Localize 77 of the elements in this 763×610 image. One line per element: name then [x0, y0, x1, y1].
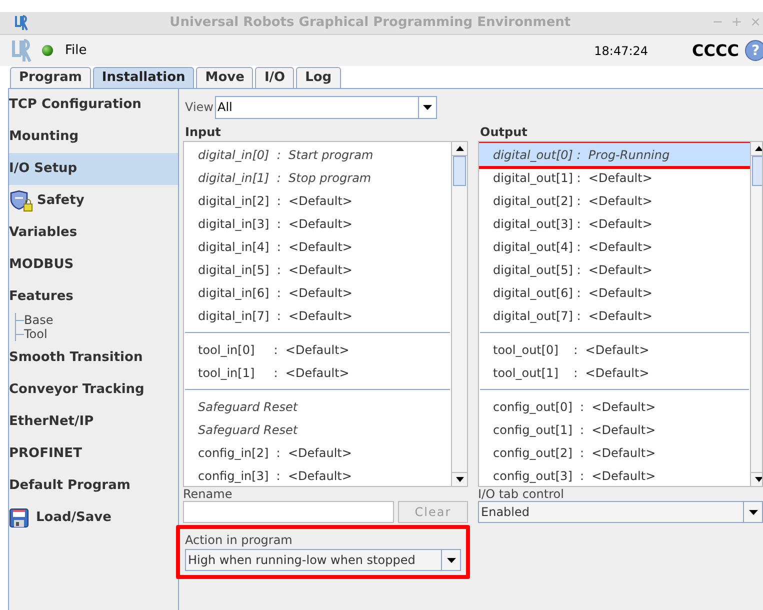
sidebar-item[interactable]: I/O Setup: [9, 153, 178, 185]
io-list-item[interactable]: digital_in[5] : <Default>: [184, 258, 451, 281]
io-list-item[interactable]: digital_out[7] : <Default>: [479, 304, 750, 327]
io-list-item[interactable]: digital_out[3] : <Default>: [479, 212, 750, 235]
io-list-item[interactable]: config_out[3] : <Default>: [479, 464, 750, 486]
scroll-up-icon[interactable]: [754, 146, 762, 151]
clock-time: 18:47:24: [594, 42, 648, 60]
sidebar-item[interactable]: Load/Save: [9, 502, 178, 534]
view-dropdown[interactable]: All: [215, 96, 438, 118]
sidebar-item-label: Safety: [37, 192, 84, 210]
io-list-item[interactable]: Safeguard Reset: [184, 395, 451, 418]
action-label: Action in program: [185, 532, 294, 549]
status-led-icon: [42, 45, 53, 56]
io-list-item[interactable]: config_out[2] : <Default>: [479, 441, 750, 464]
tab[interactable]: Installation: [92, 67, 194, 88]
io-tab-control-dropdown[interactable]: Enabled: [478, 501, 763, 523]
rename-label: Rename: [183, 487, 234, 501]
io-tab-control-label: I/O tab control: [478, 487, 565, 501]
tab[interactable]: Program: [10, 67, 91, 88]
io-list-item[interactable]: digital_in[3] : <Default>: [184, 212, 451, 235]
io-list-item[interactable]: digital_out[1] : <Default>: [479, 166, 750, 189]
list-heading: Input: [184, 124, 222, 141]
rename-field[interactable]: [183, 501, 394, 523]
sidebar-item[interactable]: Default Program: [9, 470, 178, 502]
io-list-item[interactable]: digital_out[0] : Prog-Running: [479, 143, 750, 166]
scroll-down-icon[interactable]: [754, 477, 762, 482]
scrollbar-thumb[interactable]: [752, 156, 762, 186]
sidebar-item[interactable]: Conveyor Tracking: [9, 374, 178, 406]
window-title: Universal Robots Graphical Programming Environment: [168, 14, 572, 32]
scroll-up-icon[interactable]: [456, 146, 464, 151]
sidebar-item[interactable]: Safety: [9, 185, 178, 217]
io-list-item[interactable]: tool_in[1] : <Default>: [184, 361, 451, 384]
io-list-item[interactable]: digital_in[7] : <Default>: [184, 304, 451, 327]
io-list-item[interactable]: digital_in[1] : Stop program: [184, 166, 451, 189]
file-menu[interactable]: File: [65, 40, 87, 60]
logo-icon: [14, 15, 28, 31]
shield-lock-icon: [9, 190, 33, 212]
io-list-item[interactable]: config_out[0] : <Default>: [479, 395, 750, 418]
tab[interactable]: Move: [196, 67, 254, 88]
io-list-item[interactable]: digital_in[6] : <Default>: [184, 281, 451, 304]
sidebar-item[interactable]: MODBUS: [9, 249, 178, 281]
sidebar-item[interactable]: Smooth Transition: [9, 342, 178, 374]
robot-name: CCCC: [692, 40, 739, 62]
list-heading: Output: [479, 124, 528, 141]
io-list-item[interactable]: config_in[3] : <Default>: [184, 464, 451, 486]
io-list-item[interactable]: digital_in[2] : <Default>: [184, 189, 451, 212]
view-label: View: [185, 99, 214, 116]
io-list-item[interactable]: Safeguard Reset: [184, 418, 451, 441]
io-list-item[interactable]: digital_out[6] : <Default>: [479, 281, 750, 304]
io-list-item[interactable]: digital_out[5] : <Default>: [479, 258, 750, 281]
io-list-item[interactable]: tool_in[0] : <Default>: [184, 338, 451, 361]
sidebar-item[interactable]: PROFINET: [9, 438, 178, 470]
tab[interactable]: I/O: [255, 67, 294, 88]
tab[interactable]: Log: [296, 67, 341, 88]
scrollbar-thumb[interactable]: [453, 156, 466, 186]
caret-icon: [423, 104, 432, 110]
io-list-item[interactable]: tool_out[0] : <Default>: [479, 338, 750, 361]
caret-icon: [748, 510, 758, 514]
io-list-item[interactable]: tool_out[1] : <Default>: [479, 361, 750, 384]
logo-icon: [10, 38, 32, 62]
tree-item[interactable]: Base: [24, 314, 54, 326]
io-list-item[interactable]: digital_out[2] : <Default>: [479, 189, 750, 212]
sidebar-item[interactable]: EtherNet/IP: [9, 406, 178, 438]
io-list-item[interactable]: digital_in[0] : Start program: [184, 143, 451, 166]
scroll-down-icon[interactable]: [456, 477, 464, 482]
tree-item[interactable]: Tool: [24, 328, 48, 340]
io-list-item[interactable]: config_out[1] : <Default>: [479, 418, 750, 441]
io-list-item[interactable]: config_in[2] : <Default>: [184, 441, 451, 464]
sidebar-item[interactable]: Features: [9, 281, 178, 313]
caret-icon: [446, 558, 456, 562]
action-dropdown[interactable]: High when running-low when stopped: [185, 549, 461, 571]
sidebar-item[interactable]: Variables: [9, 217, 178, 249]
sidebar-item-label: Load/Save: [36, 509, 112, 528]
sidebar-item[interactable]: Mounting: [9, 121, 178, 153]
io-list-item[interactable]: digital_out[4] : <Default>: [479, 235, 750, 258]
sidebar-item[interactable]: TCP Configuration: [9, 89, 178, 121]
io-list-item[interactable]: digital_in[4] : <Default>: [184, 235, 451, 258]
